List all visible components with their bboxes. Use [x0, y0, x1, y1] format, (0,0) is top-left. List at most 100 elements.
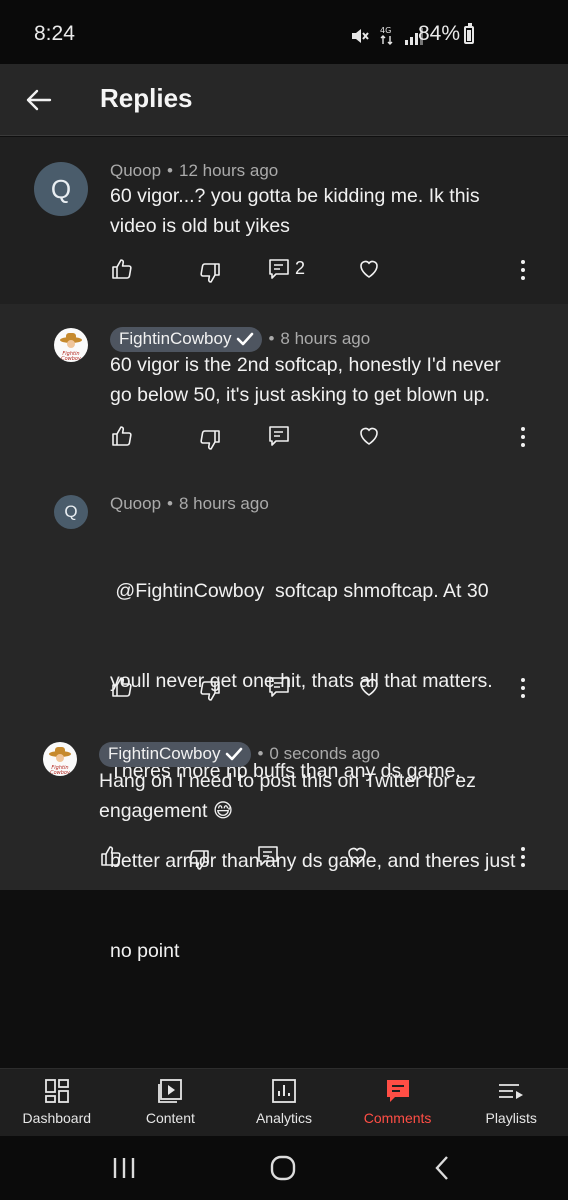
page-title: Replies — [100, 83, 193, 113]
comment-time: 8 hours ago — [280, 329, 371, 348]
playlists-icon — [499, 1084, 524, 1099]
battery-percent: 84% — [417, 22, 460, 45]
dislike-button[interactable] — [198, 261, 224, 287]
more-vert-icon — [521, 678, 525, 698]
nav-analytics[interactable]: Analytics — [227, 1069, 341, 1136]
avatar[interactable]: Q — [34, 162, 88, 216]
dislike-button[interactable] — [187, 848, 213, 874]
like-button[interactable] — [110, 675, 136, 701]
creator-badge[interactable]: FightinCowboy — [110, 327, 263, 352]
svg-text:4G: 4G — [380, 26, 391, 35]
replies-list: Fightin Cowboy FightinCowboy • 8 hours ago … — [0, 304, 568, 962]
nav-comments[interactable]: Comments — [341, 1069, 455, 1136]
more-button[interactable] — [510, 424, 536, 450]
comment-meta: Quoop • 8 hours ago — [110, 494, 269, 513]
like-button[interactable] — [99, 844, 125, 870]
creator-badge[interactable]: FightinCowboy — [99, 742, 252, 767]
comment-time: 12 hours ago — [179, 161, 279, 180]
check-icon — [226, 747, 243, 761]
reply-button[interactable] — [256, 844, 282, 870]
more-button[interactable] — [510, 844, 536, 870]
comment-text: Hang on I need to post this on Twitter f… — [99, 770, 476, 822]
comment-text: 60 vigor...? you gotta be kidding me. Ik… — [110, 185, 480, 237]
more-vert-icon — [521, 847, 525, 867]
nav-content[interactable]: Content — [114, 1069, 228, 1136]
app-header: Replies — [0, 64, 568, 136]
more-button[interactable] — [510, 675, 536, 701]
heart-button[interactable] — [357, 675, 383, 701]
mute-icon — [352, 29, 369, 43]
check-icon — [237, 332, 254, 346]
more-vert-icon — [521, 427, 525, 447]
reply-count: 2 — [295, 258, 306, 278]
comment-time: 0 seconds ago — [269, 744, 380, 763]
reply-icon — [269, 259, 289, 279]
svg-text:Cowboy: Cowboy — [61, 356, 82, 362]
battery-icon — [464, 23, 474, 44]
thumbs-down-icon — [189, 850, 209, 870]
like-button[interactable] — [110, 424, 136, 450]
dashboard-icon — [44, 1079, 69, 1103]
comment-actions: 2 — [0, 257, 568, 287]
status-bar: 8:24 4G 84% — [0, 0, 568, 64]
reply-button[interactable] — [267, 675, 293, 701]
comment-time: 8 hours ago — [179, 494, 269, 513]
heart-button[interactable] — [357, 257, 383, 283]
like-button[interactable] — [110, 257, 136, 283]
cowboy-logo-icon: FightinCowboy — [60, 333, 82, 362]
arrow-left-icon — [26, 89, 52, 111]
back-nav-button[interactable] — [428, 1154, 458, 1182]
comment-actions — [0, 424, 568, 454]
comment-author[interactable]: Quoop — [110, 161, 161, 180]
comment-meta: FightinCowboy • 0 seconds ago — [99, 742, 380, 767]
heart-button[interactable] — [357, 424, 383, 450]
reply-button[interactable] — [267, 257, 293, 283]
reply-icon — [258, 846, 278, 866]
heart-icon — [360, 427, 378, 445]
home-button[interactable] — [268, 1154, 298, 1182]
bottom-navigation: Dashboard Content Analytics Comments Pla… — [0, 1068, 568, 1136]
heart-icon — [348, 847, 366, 865]
comments-icon — [386, 1080, 409, 1102]
thumbs-up-icon — [112, 426, 132, 446]
thumbs-up-icon — [112, 259, 132, 279]
avatar[interactable]: Q — [54, 495, 88, 529]
thumbs-up-icon — [101, 846, 121, 866]
avatar[interactable]: Fightin Cowboy — [54, 328, 88, 362]
content-icon — [158, 1079, 183, 1103]
recents-button[interactable] — [110, 1154, 140, 1182]
reply-icon — [269, 677, 289, 697]
reply-icon — [269, 426, 289, 446]
back-button[interactable] — [20, 80, 60, 120]
top-comment: Q Quoop • 12 hours ago 60 vigor...? you go… — [0, 137, 568, 304]
heart-button[interactable] — [345, 844, 371, 870]
thumbs-down-icon — [200, 430, 220, 450]
reply-button[interactable] — [267, 424, 293, 450]
comment-meta: FightinCowboy • 8 hours ago — [110, 327, 370, 352]
status-time: 8:24 — [34, 22, 75, 45]
cowboy-logo-icon: FightinCowboy — [49, 747, 71, 776]
dislike-button[interactable] — [198, 679, 224, 705]
comment-actions — [0, 675, 568, 705]
more-button[interactable] — [510, 257, 536, 283]
nav-playlists[interactable]: Playlists — [454, 1069, 568, 1136]
data-icon: 4G — [380, 26, 393, 45]
svg-text:Cowboy: Cowboy — [50, 770, 71, 776]
heart-icon — [360, 260, 378, 278]
nav-dashboard[interactable]: Dashboard — [0, 1069, 114, 1136]
avatar[interactable]: Fightin Cowboy — [43, 742, 77, 776]
comment-text: 60 vigor is the 2nd softcap, honestly I'… — [110, 354, 501, 406]
thumbs-down-icon — [200, 681, 220, 701]
status-icons: 4G — [350, 24, 424, 46]
recents-icon — [113, 1158, 135, 1178]
system-navigation — [0, 1136, 568, 1200]
dislike-button[interactable] — [198, 428, 224, 454]
more-vert-icon — [521, 260, 525, 280]
chevron-left-icon — [435, 1156, 448, 1180]
comment-author[interactable]: Quoop — [110, 494, 161, 513]
heart-icon — [360, 678, 378, 696]
comment-actions — [0, 844, 568, 874]
thumbs-down-icon — [200, 263, 220, 283]
thumbs-up-icon — [112, 677, 132, 697]
analytics-icon — [272, 1079, 296, 1103]
